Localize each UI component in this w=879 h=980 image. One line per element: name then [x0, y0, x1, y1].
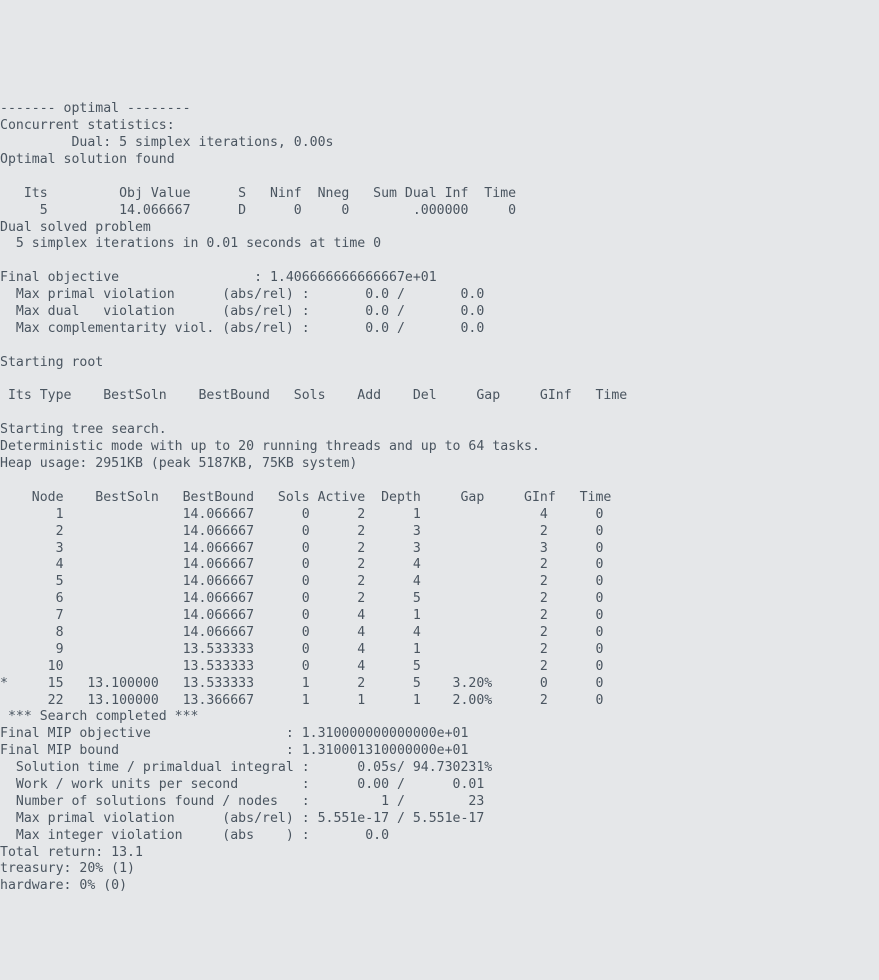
- final-mip-bound: Final MIP bound : 1.310001310000000e+01: [0, 743, 468, 758]
- tree-row: 8 14.066667 0 4 4 2 0: [0, 625, 603, 640]
- max-dual-violation: Max dual violation (abs/rel) : 0.0 / 0.0: [0, 304, 484, 319]
- tree-row: 1 14.066667 0 2 1 4 0: [0, 507, 603, 522]
- final-objective: Final objective : 1.406666666666667e+01: [0, 270, 437, 285]
- starting-root: Starting root: [0, 355, 103, 370]
- tree-row: 6 14.066667 0 2 5 2 0: [0, 591, 603, 606]
- tree-row: * 15 13.100000 13.533333 1 2 5 3.20% 0 0: [0, 676, 603, 691]
- tree-row: 10 13.533333 0 4 5 2 0: [0, 659, 603, 674]
- its-table-header: Its Obj Value S Ninf Nneg Sum Dual Inf T…: [0, 186, 516, 201]
- dual-iterations-text: Dual: 5 simplex iterations, 0.00s: [71, 135, 333, 150]
- deterministic-mode: Deterministic mode with up to 20 running…: [0, 439, 540, 454]
- work-units: Work / work units per second : 0.00 / 0.…: [0, 777, 484, 792]
- solver-log-terminal: ------- optimal -------- Concurrent stat…: [0, 84, 879, 895]
- starting-tree-search: Starting tree search.: [0, 422, 167, 437]
- root-table-header: Its Type BestSoln BestBound Sols Add Del…: [0, 388, 627, 403]
- tree-row: 7 14.066667 0 4 1 2 0: [0, 608, 603, 623]
- search-completed: *** Search completed ***: [0, 709, 199, 724]
- optimal-found: Optimal solution found: [0, 152, 175, 167]
- heap-usage: Heap usage: 2951KB (peak 5187KB, 75KB sy…: [0, 456, 357, 471]
- banner-optimal: ------- optimal --------: [0, 101, 191, 116]
- solution-time: Solution time / primaldual integral : 0.…: [0, 760, 492, 775]
- dual-iterations: Dual: 5 simplex iterations, 0.00s: [0, 135, 333, 150]
- max-complementarity-violation: Max complementarity viol. (abs/rel) : 0.…: [0, 321, 484, 336]
- tree-row: 9 13.533333 0 4 1 2 0: [0, 642, 603, 657]
- max-primal-violation: Max primal violation (abs/rel) : 0.0 / 0…: [0, 287, 484, 302]
- final-max-integer-violation: Max integer violation (abs ) : 0.0: [0, 828, 389, 843]
- tree-row: 5 14.066667 0 2 4 2 0: [0, 574, 603, 589]
- tree-row: 4 14.066667 0 2 4 2 0: [0, 557, 603, 572]
- tree-row: 3 14.066667 0 2 3 3 0: [0, 541, 603, 556]
- concurrent-stats: Concurrent statistics:: [0, 118, 175, 133]
- dual-solved-line: Dual solved problem: [0, 220, 151, 235]
- tree-table-header: Node BestSoln BestBound Sols Active Dept…: [0, 490, 611, 505]
- final-max-primal-violation: Max primal violation (abs/rel) : 5.551e-…: [0, 811, 484, 826]
- treasury-result: treasury: 20% (1): [0, 861, 135, 876]
- dual-solved-detail: 5 simplex iterations in 0.01 seconds at …: [0, 236, 381, 251]
- hardware-result: hardware: 0% (0): [0, 878, 127, 893]
- tree-row: 22 13.100000 13.366667 1 1 1 2.00% 2 0: [0, 693, 603, 708]
- tree-row: 2 14.066667 0 2 3 2 0: [0, 524, 603, 539]
- solutions-found: Number of solutions found / nodes : 1 / …: [0, 794, 484, 809]
- its-table-row: 5 14.066667 D 0 0 .000000 0: [0, 203, 516, 218]
- final-mip-objective: Final MIP objective : 1.310000000000000e…: [0, 726, 468, 741]
